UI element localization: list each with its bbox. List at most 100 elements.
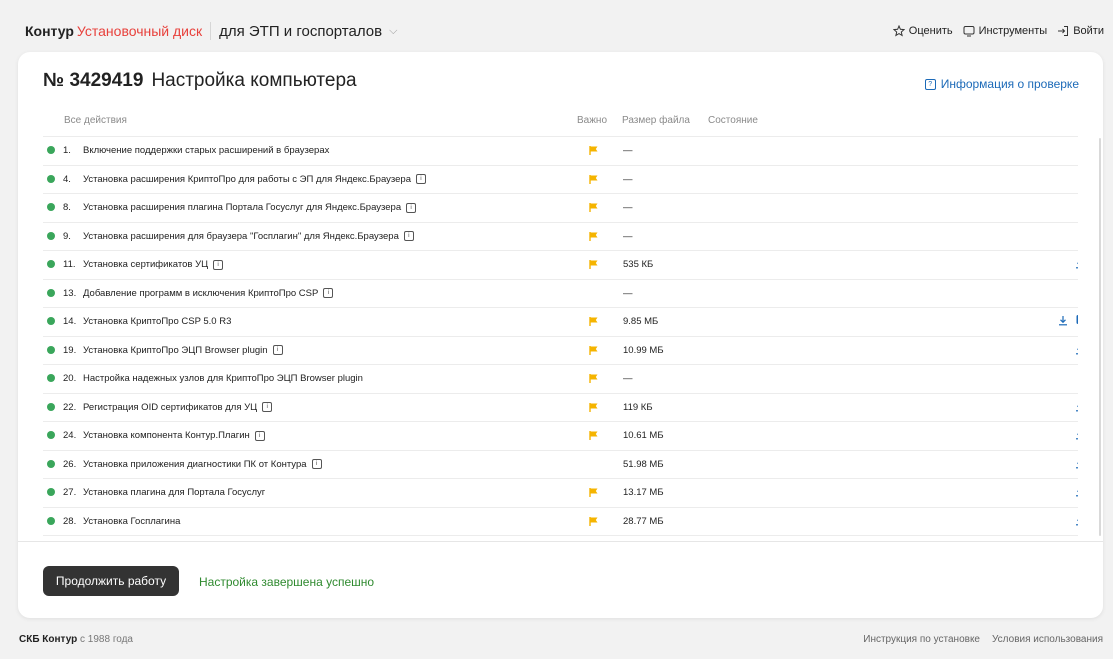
file-size: — [623,145,633,156]
actions-list[interactable]: 1. Включение поддержки старых расширений … [43,136,1078,538]
row-number: 27. [63,487,77,498]
info-icon[interactable]: i [213,259,224,270]
info-icon[interactable]: i [262,402,273,412]
footer-link-instructions[interactable]: Инструкция по установке [863,634,980,645]
row-label-group: Установка расширения КриптоПро для работ… [83,174,426,185]
download-icon[interactable] [1075,458,1078,472]
flag-icon [588,231,599,245]
table-row[interactable]: 31.Установка компонента Контур.Админi6.8… [43,536,1078,538]
flag-icon [588,316,599,330]
row-label: Включение поддержки старых расширений в … [83,145,330,156]
file-size: — [623,230,633,242]
download-icon[interactable] [1075,515,1078,529]
brand-name[interactable]: Контур [25,23,74,39]
row-label: Установка расширения для браузера "Госпл… [83,230,399,242]
status-ok-icon [47,203,55,211]
table-row[interactable]: 20. Настройка надежных узлов для КриптоПр… [43,365,1078,394]
status-ok-icon [47,317,55,325]
table-row[interactable]: 24. Установка компонента Контур.Плагин i 10… [43,422,1078,451]
download-icon[interactable] [1075,486,1078,500]
row-number: 9. [63,230,71,242]
flag-icon [588,487,599,501]
row-number: 14. [63,316,77,327]
question-icon: ? [924,78,936,90]
license-icon[interactable] [1075,314,1078,328]
row-number: 20. [63,373,77,384]
footer-since: с 1988 года [80,634,133,645]
row-label: Установка плагина для Портала Госуслуг [83,487,266,498]
file-size: 9.85 МБ [623,316,659,327]
info-icon[interactable]: i [323,288,334,298]
flag-icon [588,202,599,216]
status-ok-icon [47,488,55,496]
table-row[interactable]: 28. Установка Госплагина 28.77 МБ [43,508,1078,536]
footer-link-terms[interactable]: Условия использования [992,634,1103,645]
flag-icon [588,259,599,273]
info-icon[interactable]: i [311,459,322,469]
download-icon[interactable] [1058,315,1068,329]
download-icon[interactable] [1075,258,1078,272]
download-icon[interactable] [1075,344,1078,358]
row-label: Регистрация OID сертификатов для УЦ [83,401,258,413]
product-variant-dropdown[interactable]: для ЭТП и госпорталов ⌵ [219,23,397,40]
table-row[interactable]: 22. Регистрация OID сертификатов для УЦ i 1… [43,394,1078,422]
file-size: 13.17 МБ [623,487,664,498]
row-label-group: Установка расширения для браузера "Госпл… [83,231,414,242]
table-row[interactable]: 19. Установка КриптоПро ЭЦП Browser plugi… [43,337,1078,365]
table-row[interactable]: 26. Установка приложения диагностики ПК о… [43,451,1078,479]
status-ok-icon [47,431,55,439]
file-size: — [623,173,633,185]
flag-icon [588,430,599,444]
row-label: Установка компонента Контур.Плагин [83,430,250,441]
tools-button[interactable]: Инструменты [963,25,1047,37]
table-row[interactable]: 11. Установка сертификатов УЦ i 535 КБ [43,251,1078,280]
table-row[interactable]: 9. Установка расширения для браузера "Гос… [43,223,1078,251]
row-number: 22. [63,401,77,413]
monitor-icon [963,26,975,37]
footer-links: Инструкция по установке Условия использо… [863,634,1103,645]
row-label: Установка приложения диагностики ПК от К… [83,458,307,470]
login-button[interactable]: Войти [1057,25,1104,37]
info-icon[interactable]: i [272,345,283,355]
table-row[interactable]: 14. Установка КриптоПро CSP 5.0 R3 9.85 МБ [43,308,1078,337]
table-row[interactable]: 1. Включение поддержки старых расширений … [43,136,1078,166]
table-row[interactable]: 4. Установка расширения КриптоПро для раб… [43,166,1078,194]
status-ok-icon [47,459,55,468]
status-ok-icon [47,231,55,240]
divider [18,541,1103,542]
download-icon[interactable] [1075,429,1078,443]
status-ok-icon [47,374,55,382]
info-icon[interactable]: i [403,231,414,241]
download-icon[interactable] [1075,401,1078,415]
row-number: 28. [63,515,77,527]
row-number: 26. [63,458,77,470]
table-row[interactable]: 8. Установка расширения плагина Портала Г… [43,194,1078,223]
status-ok-icon [47,174,55,183]
flag-icon [588,516,599,530]
info-icon[interactable]: i [415,174,426,184]
row-number: 4. [63,173,71,185]
info-icon[interactable]: i [254,430,265,441]
chevron-down-icon: ⌵ [389,24,398,37]
row-number: 24. [63,430,77,441]
row-number: 11. [63,259,76,270]
list-scrollbar[interactable] [1099,138,1101,536]
row-label: Настройка надежных узлов для КриптоПро Э… [83,373,363,384]
row-number: 8. [63,202,71,213]
page-title: № 3429419 Настройка компьютера [43,70,357,92]
table-row[interactable]: 27. Установка плагина для Портала Госуслу… [43,479,1078,508]
row-label-group: Установка приложения диагностики ПК от К… [83,459,322,470]
product-name[interactable]: Установочный диск [77,23,202,39]
check-info-link[interactable]: ? Информация о проверке [924,77,1079,91]
file-size: 10.99 МБ [623,344,664,356]
brand-divider [210,22,212,40]
continue-button[interactable]: Продолжить работу [43,566,179,596]
row-label: Установка Госплагина [83,515,181,527]
info-icon[interactable]: i [406,202,417,213]
rate-button[interactable]: Оценить [892,25,953,37]
row-number: 13. [63,287,77,299]
header-actions: Оценить Инструменты Войти [892,25,1104,37]
table-row[interactable]: 13. Добавление программ в исключения Крип… [43,280,1078,308]
rate-label: Оценить [908,25,953,37]
file-size: 28.77 МБ [623,515,664,527]
